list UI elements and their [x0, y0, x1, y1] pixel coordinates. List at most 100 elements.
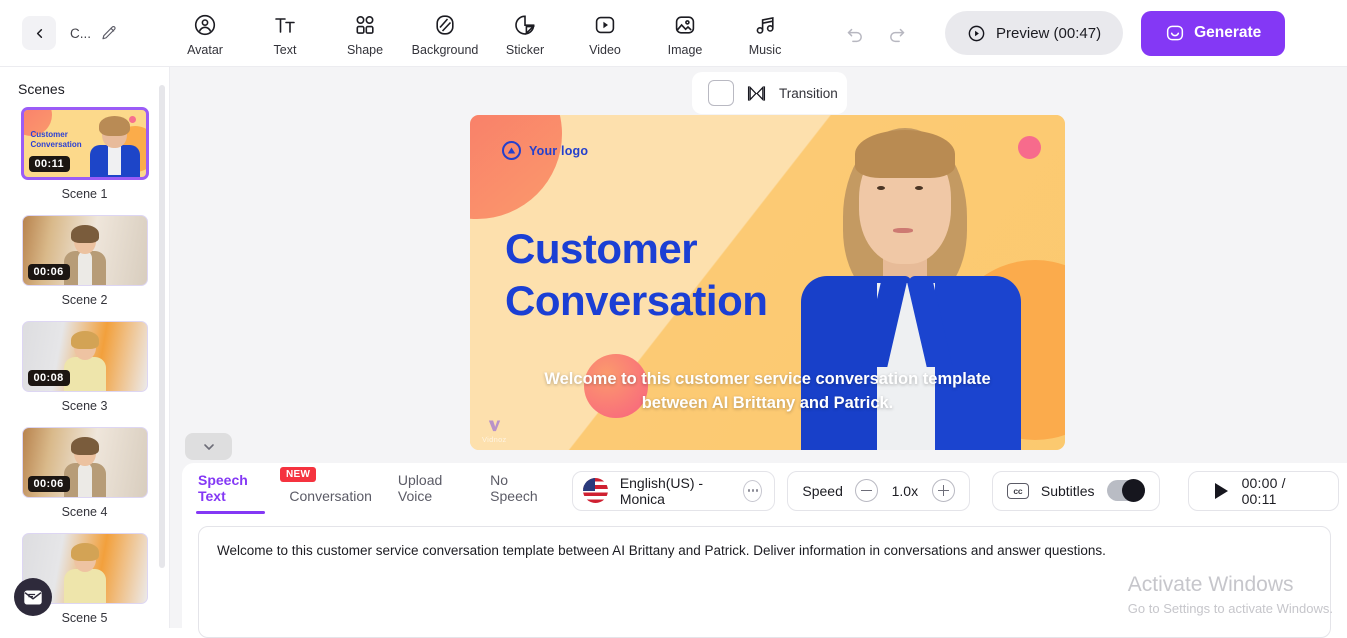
- tool-shape[interactable]: Shape: [325, 9, 405, 57]
- tab-upload-voice[interactable]: Upload Voice: [398, 472, 464, 518]
- decor-dot-top-right: [1018, 136, 1041, 159]
- tool-group: Avatar Text Shape Background Sticker Vid…: [165, 9, 805, 57]
- avatar-icon: [193, 12, 217, 38]
- tool-label: Sticker: [505, 43, 545, 57]
- speech-tabs: Speech Text Conversation Upload Voice No…: [195, 463, 546, 518]
- scene-label: Scene 4: [61, 505, 108, 519]
- transition-bar: Transition: [692, 72, 847, 114]
- scene-thumbnail-1[interactable]: Customer Conversation 00:11: [20, 107, 149, 180]
- undo-icon: [847, 28, 862, 42]
- tool-background[interactable]: Background: [405, 9, 485, 57]
- generate-button[interactable]: Generate: [1141, 10, 1286, 56]
- us-flag-icon: [582, 478, 608, 503]
- list-item[interactable]: 00:06 Scene 4: [21, 427, 149, 525]
- vidnoz-logo-icon: [488, 420, 500, 432]
- sticker-icon: [513, 12, 537, 38]
- image-icon: [673, 12, 697, 38]
- thumb-avatar: [62, 543, 108, 603]
- collapse-panel-button[interactable]: [185, 433, 232, 460]
- tool-label: Image: [667, 43, 703, 57]
- audio-player: 00:00 / 00:11: [1187, 470, 1340, 511]
- vidnoz-watermark: Vidnoz: [482, 417, 507, 444]
- top-toolbar: C... Avatar Text Shape Background Sticke…: [0, 0, 1347, 67]
- play-icon[interactable]: [1214, 482, 1228, 499]
- tool-label: Video: [589, 43, 621, 57]
- logo-text: Your logo: [529, 143, 589, 158]
- back-button[interactable]: [22, 16, 56, 50]
- subtitles-toggle[interactable]: [1106, 479, 1145, 502]
- scene-duration: 00:06: [27, 264, 70, 280]
- tool-music[interactable]: Music: [725, 9, 805, 57]
- speed-decrease-button[interactable]: [854, 479, 878, 502]
- subtitles-label: Subtitles: [1040, 482, 1095, 499]
- scene-thumbnail-3[interactable]: 00:08: [21, 321, 148, 392]
- voice-name: English(US) - Monica: [619, 474, 704, 507]
- transition-bowtie-icon: [747, 85, 766, 101]
- transition-placeholder-button[interactable]: [708, 80, 734, 106]
- video-icon: [593, 12, 617, 38]
- voice-more-button[interactable]: [743, 479, 763, 502]
- smile-icon: [1166, 25, 1184, 41]
- thumb-avatar: [89, 116, 140, 177]
- video-canvas[interactable]: Your logo Customer Conversation Welcome …: [470, 115, 1065, 450]
- canvas-title-line1: Customer: [505, 225, 698, 272]
- list-item[interactable]: 00:06 Scene 2: [21, 215, 149, 313]
- tool-label: Text: [273, 43, 297, 57]
- list-item[interactable]: Customer Conversation 00:11 Scene 1: [20, 107, 149, 207]
- tab-no-speech[interactable]: No Speech: [490, 472, 546, 518]
- canvas-title-line2: Conversation: [505, 277, 768, 325]
- tab-conversation[interactable]: Conversation: [289, 488, 372, 518]
- preview-label: Preview (00:47): [996, 24, 1102, 42]
- thumb-title: Customer Conversation: [30, 130, 82, 149]
- history-controls: [845, 23, 907, 44]
- list-item[interactable]: 00:08 Scene 3: [21, 321, 149, 419]
- speech-controls-row: Speech Text Conversation Upload Voice No…: [190, 463, 1340, 518]
- generate-label: Generate: [1194, 24, 1262, 41]
- scenes-title: Scenes: [18, 81, 65, 97]
- scene-duration: 00:06: [27, 476, 70, 492]
- sidebar-scrollbar[interactable]: [159, 85, 165, 568]
- edit-project-button[interactable]: [101, 25, 117, 41]
- tool-video[interactable]: Video: [565, 9, 645, 57]
- tool-avatar[interactable]: Avatar: [165, 9, 245, 57]
- text-icon: [273, 12, 297, 38]
- speech-panel: Speech Text Conversation Upload Voice No…: [182, 463, 1347, 638]
- scene-duration: 00:11: [28, 156, 71, 172]
- canvas-title[interactable]: Customer Conversation: [505, 223, 768, 327]
- tab-speech-text[interactable]: Speech Text: [195, 472, 266, 518]
- chevron-left-icon: [36, 28, 42, 38]
- preview-button[interactable]: Preview (00:47): [945, 11, 1124, 55]
- message-envelope-icon: [24, 589, 42, 605]
- scene-label: Scene 5: [61, 611, 108, 625]
- pencil-icon: [102, 25, 116, 40]
- tool-text[interactable]: Text: [245, 9, 325, 57]
- speed-value: 1.0x: [891, 482, 919, 499]
- speed-control: Speed 1.0x: [787, 470, 970, 511]
- scene-label: Scene 3: [61, 399, 108, 413]
- redo-button[interactable]: [886, 23, 907, 44]
- scene-label: Scene 1: [61, 187, 108, 201]
- transition-label: Transition: [779, 85, 838, 101]
- tool-image[interactable]: Image: [645, 9, 725, 57]
- play-circle-icon: [968, 25, 985, 41]
- project-title: C...: [70, 25, 92, 41]
- canvas-subtitle[interactable]: Welcome to this customer service convers…: [518, 367, 1017, 416]
- redo-icon: [890, 28, 905, 42]
- script-textarea[interactable]: Welcome to this customer service convers…: [198, 526, 1331, 638]
- scene-list[interactable]: Customer Conversation 00:11 Scene 1 00:0…: [0, 107, 169, 628]
- cc-icon: cc: [1006, 482, 1029, 499]
- chat-support-button[interactable]: [14, 578, 52, 616]
- watermark-text: Vidnoz: [482, 435, 507, 444]
- tool-sticker[interactable]: Sticker: [485, 9, 565, 57]
- tool-label: Background: [411, 43, 479, 57]
- speed-increase-button[interactable]: [931, 479, 955, 502]
- scene-duration: 00:08: [27, 370, 70, 386]
- canvas-logo[interactable]: Your logo: [502, 141, 588, 160]
- editor-body: Scenes Customer Conversation 00:11 Scene …: [0, 67, 1347, 638]
- undo-button[interactable]: [845, 23, 866, 44]
- scene-thumbnail-2[interactable]: 00:06: [21, 215, 148, 286]
- chevron-down-icon: [203, 443, 214, 450]
- scene-thumbnail-4[interactable]: 00:06: [21, 427, 148, 498]
- scenes-sidebar: Scenes Customer Conversation 00:11 Scene …: [0, 67, 170, 628]
- voice-selector[interactable]: English(US) - Monica: [571, 470, 776, 511]
